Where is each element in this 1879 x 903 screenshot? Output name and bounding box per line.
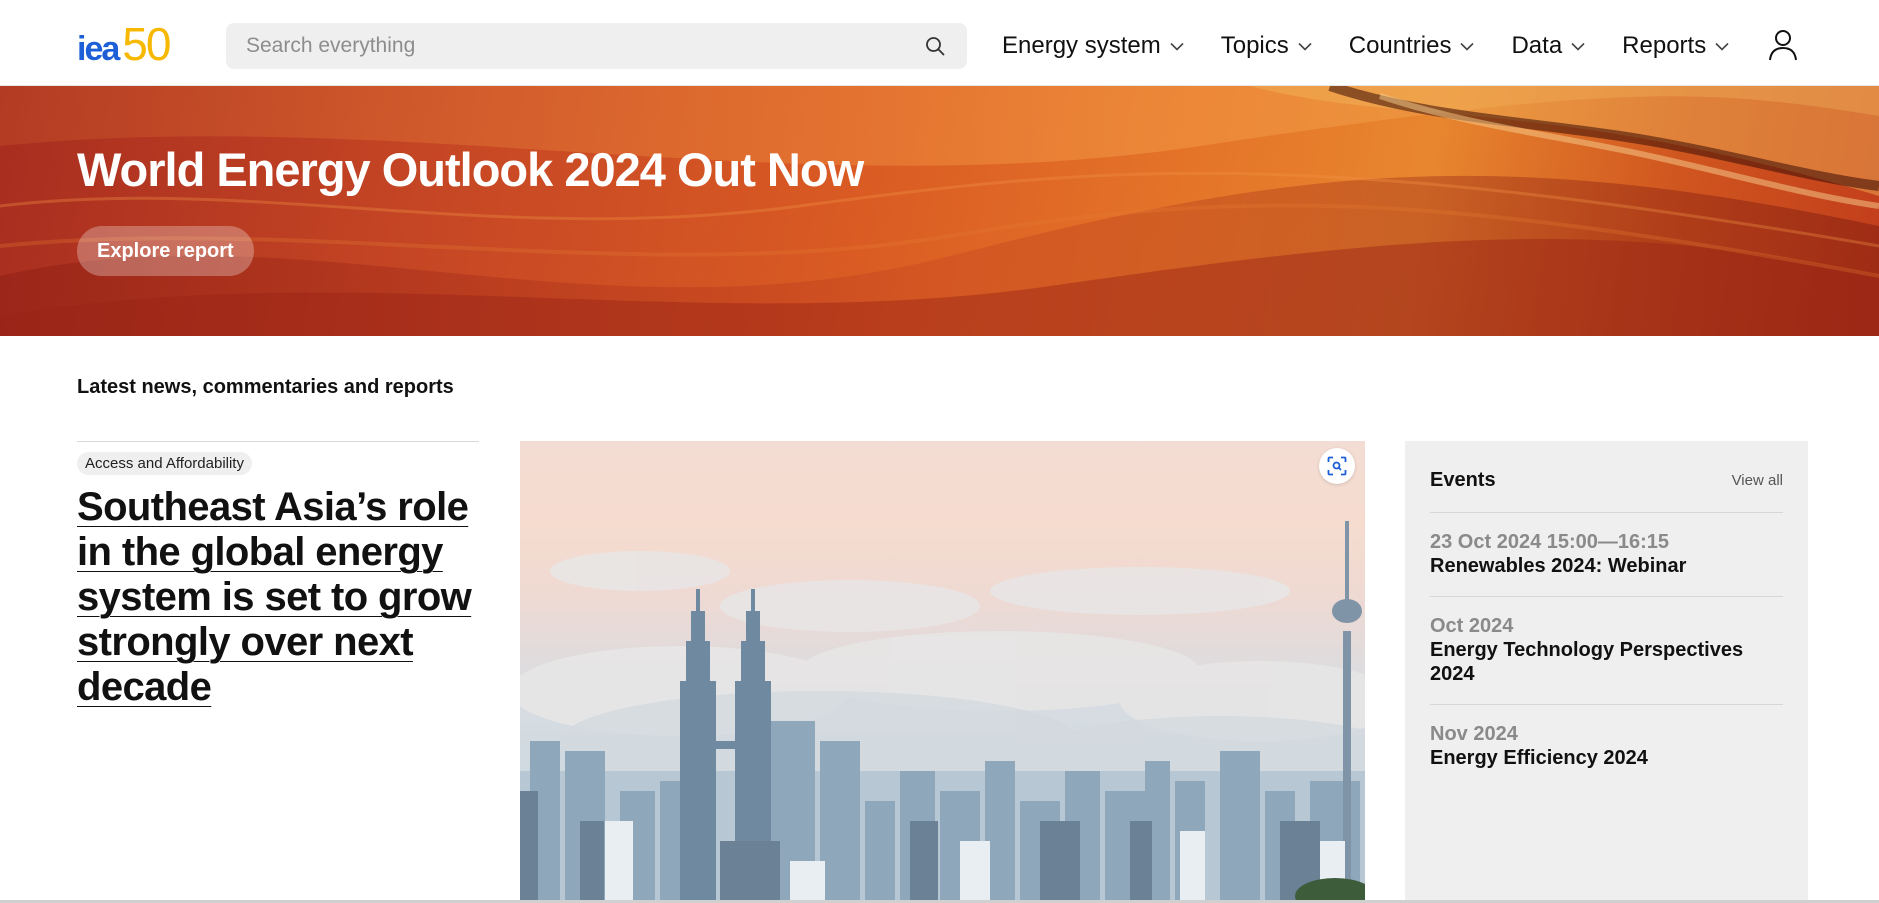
nav-label: Topics xyxy=(1220,32,1289,59)
nav-label: Countries xyxy=(1348,32,1452,59)
event-date: Nov 2024 xyxy=(1430,723,1518,745)
hero-wave-background xyxy=(0,86,1879,336)
event-name: Energy Technology Perspectives 2024 xyxy=(1430,639,1744,685)
chevron-down-icon xyxy=(1570,38,1586,54)
search-icon[interactable] xyxy=(923,34,947,58)
events-title: Events xyxy=(1430,468,1496,491)
nav-label: Reports xyxy=(1622,32,1707,59)
feature-article-title[interactable]: Southeast Asia’s role in the global ener… xyxy=(77,485,479,710)
main-nav: Energy system Topics Countries Data Repo… xyxy=(1002,23,1766,69)
feature-image[interactable] xyxy=(520,441,1365,903)
nav-reports[interactable]: Reports xyxy=(1622,32,1730,60)
chevron-down-icon xyxy=(1297,38,1313,54)
nav-topics[interactable]: Topics xyxy=(1221,32,1313,60)
view-all-link[interactable]: View all xyxy=(1732,472,1783,489)
user-icon[interactable] xyxy=(1767,28,1799,62)
event-item[interactable]: 23 Oct 2024 15:00—16:15 Renewables 2024:… xyxy=(1430,512,1783,596)
logo-text-50: 50 xyxy=(122,18,171,70)
event-item[interactable]: Oct 2024 Energy Technology Perspectives … xyxy=(1430,596,1783,704)
iea-logo[interactable]: iea 50 xyxy=(77,18,171,70)
topic-tag[interactable]: Access and Affordability xyxy=(77,452,252,475)
city-skyline-illustration xyxy=(520,521,1365,903)
event-name: Renewables 2024: Webinar xyxy=(1430,555,1687,577)
hero-banner: World Energy Outlook 2024 Out Now Explor… xyxy=(0,86,1879,336)
chevron-down-icon xyxy=(1459,38,1475,54)
title-line: decade xyxy=(77,665,212,709)
site-header: iea 50 Energy system Topics Countries Da… xyxy=(0,0,1879,86)
search-input[interactable] xyxy=(246,34,923,58)
events-panel: Events View all 23 Oct 2024 15:00—16:15 … xyxy=(1405,441,1808,903)
explore-report-button[interactable]: Explore report xyxy=(77,226,254,276)
event-name: Energy Efficiency 2024 xyxy=(1430,747,1648,769)
image-zoom-icon[interactable] xyxy=(1319,448,1355,484)
section-title: Latest news, commentaries and reports xyxy=(77,376,454,398)
search-bar xyxy=(226,23,967,69)
hero-title: World Energy Outlook 2024 Out Now xyxy=(77,143,864,196)
nav-energy-system[interactable]: Energy system xyxy=(1002,32,1185,60)
title-line: in the global energy xyxy=(77,530,443,574)
chevron-down-icon xyxy=(1169,38,1185,54)
title-line: Southeast Asia’s role xyxy=(77,485,469,529)
event-item[interactable]: Nov 2024 Energy Efficiency 2024 xyxy=(1430,704,1783,788)
chevron-down-icon xyxy=(1714,38,1730,54)
event-date: Oct 2024 xyxy=(1430,615,1514,637)
nav-countries[interactable]: Countries xyxy=(1349,32,1476,60)
title-line: system is set to grow xyxy=(77,575,472,619)
nav-data[interactable]: Data xyxy=(1511,32,1586,60)
title-line: strongly over next xyxy=(77,620,414,664)
event-date: 23 Oct 2024 15:00—16:15 xyxy=(1430,531,1670,553)
nav-label: Energy system xyxy=(1002,32,1161,59)
nav-label: Data xyxy=(1511,32,1563,59)
logo-text-iea: iea xyxy=(77,30,120,68)
events-header: Events View all xyxy=(1430,465,1783,495)
feature-article: Access and Affordability Southeast Asia’… xyxy=(77,441,479,710)
